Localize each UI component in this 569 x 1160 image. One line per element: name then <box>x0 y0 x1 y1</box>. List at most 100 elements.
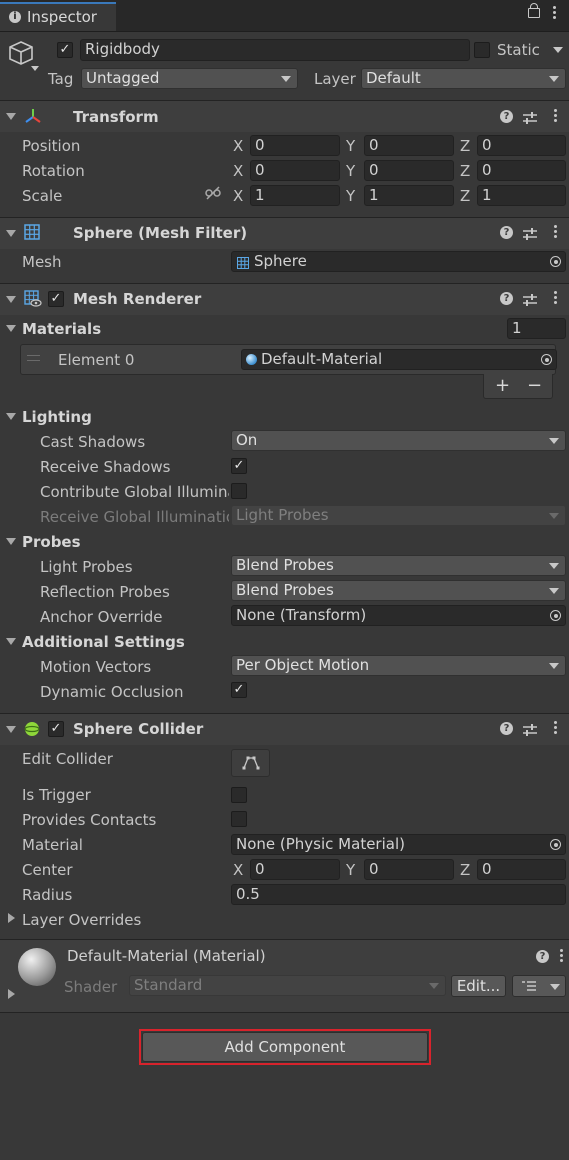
mesh-object-field[interactable]: Sphere <box>231 251 566 272</box>
help-icon[interactable]: ? <box>500 722 513 735</box>
dynamic-occlusion-checkbox[interactable]: ✓ <box>231 682 247 698</box>
drag-handle-icon[interactable] <box>27 355 40 361</box>
component-menu-icon[interactable] <box>554 721 557 736</box>
tag-dropdown[interactable]: Untagged <box>81 68 298 89</box>
chevron-down-icon <box>549 588 559 594</box>
shader-options-button[interactable] <box>512 975 566 997</box>
position-z-field[interactable]: 0 <box>477 135 566 156</box>
lock-icon[interactable] <box>528 8 540 18</box>
axis-x-label[interactable]: X <box>233 162 243 180</box>
collider-material-field[interactable]: None (Physic Material) <box>231 834 566 855</box>
axis-z-label[interactable]: Z <box>460 137 470 155</box>
rotation-y-field[interactable]: 0 <box>364 160 454 181</box>
materials-foldout-arrow[interactable] <box>6 325 16 332</box>
mesh-renderer-header[interactable]: ✓ Mesh Renderer ? <box>0 283 569 315</box>
rotation-y-value: 0 <box>369 161 379 179</box>
axis-x-label[interactable]: X <box>233 861 243 879</box>
element-0-material-field[interactable]: Default-Material <box>241 349 557 370</box>
foldout-arrow[interactable] <box>6 230 16 237</box>
rotation-x-value: 0 <box>255 161 265 179</box>
contribute-gi-checkbox[interactable] <box>231 483 247 499</box>
anchor-override-field[interactable]: None (Transform) <box>231 605 566 626</box>
center-x-field[interactable]: 0 <box>250 859 340 880</box>
axis-y-label[interactable]: Y <box>346 861 355 879</box>
foldout-arrow[interactable] <box>6 296 16 303</box>
help-icon[interactable]: ? <box>536 950 549 963</box>
motion-vectors-dropdown[interactable]: Per Object Motion <box>231 655 566 676</box>
layer-dropdown[interactable]: Default <box>361 68 566 89</box>
edit-collider-button[interactable] <box>231 749 270 777</box>
probes-foldout-arrow[interactable] <box>6 538 16 545</box>
icon-dropdown-caret[interactable] <box>31 66 39 71</box>
object-picker-icon[interactable] <box>550 256 561 267</box>
provides-contacts-checkbox[interactable] <box>231 811 247 827</box>
layer-overrides-label[interactable]: Layer Overrides <box>22 911 141 929</box>
rotation-z-field[interactable]: 0 <box>477 160 566 181</box>
lighting-foldout-arrow[interactable] <box>6 413 16 420</box>
position-x-field[interactable]: 0 <box>250 135 340 156</box>
axis-z-label[interactable]: Z <box>460 861 470 879</box>
light-probes-dropdown[interactable]: Blend Probes <box>231 555 566 576</box>
mesh-filter-icon <box>24 224 40 240</box>
materials-size-field[interactable]: 1 <box>507 318 566 339</box>
is-trigger-checkbox[interactable] <box>231 787 247 803</box>
materials-label: Materials <box>22 320 102 338</box>
constrain-proportions-icon[interactable] <box>205 186 221 200</box>
center-y-field[interactable]: 0 <box>364 859 454 880</box>
cast-shadows-dropdown[interactable]: On <box>231 430 566 451</box>
presets-icon[interactable] <box>523 292 537 306</box>
axis-x-label[interactable]: X <box>233 137 243 155</box>
help-icon[interactable]: ? <box>500 226 513 239</box>
reflection-probes-label: Reflection Probes <box>40 583 170 601</box>
help-icon[interactable]: ? <box>500 110 513 123</box>
tab-menu-icon[interactable] <box>553 6 556 21</box>
mesh-filter-header[interactable]: Sphere (Mesh Filter) ? <box>0 217 569 249</box>
presets-icon[interactable] <box>523 722 537 736</box>
reflection-probes-dropdown[interactable]: Blend Probes <box>231 580 566 601</box>
axis-y-label[interactable]: Y <box>346 187 355 205</box>
additional-settings-foldout-arrow[interactable] <box>6 638 16 645</box>
tab-inspector[interactable]: i Inspector <box>0 2 116 31</box>
sphere-collider-header[interactable]: ✓ Sphere Collider ? <box>0 713 569 745</box>
layer-overrides-foldout-arrow[interactable] <box>8 913 15 923</box>
shader-label: Shader <box>64 978 118 996</box>
active-checkbox[interactable]: ✓ <box>57 42 73 58</box>
object-picker-icon[interactable] <box>541 354 552 365</box>
component-menu-icon[interactable] <box>554 109 557 124</box>
transform-header[interactable]: Transform ? <box>0 100 569 132</box>
remove-element-button[interactable]: − <box>527 377 542 395</box>
mesh-renderer-enabled-checkbox[interactable]: ✓ <box>48 291 64 307</box>
chevron-down-icon <box>281 76 291 82</box>
axis-y-label[interactable]: Y <box>346 162 355 180</box>
position-y-field[interactable]: 0 <box>364 135 454 156</box>
shader-dropdown[interactable]: Standard <box>129 975 446 996</box>
presets-icon[interactable] <box>523 110 537 124</box>
object-picker-icon[interactable] <box>550 610 561 621</box>
object-picker-icon[interactable] <box>550 839 561 850</box>
edit-shader-button[interactable]: Edit... <box>451 975 506 997</box>
center-z-field[interactable]: 0 <box>477 859 566 880</box>
rotation-x-field[interactable]: 0 <box>250 160 340 181</box>
object-name-field[interactable]: Rigidbody <box>80 39 470 61</box>
static-checkbox[interactable] <box>474 42 490 58</box>
presets-icon[interactable] <box>523 226 537 240</box>
help-icon[interactable]: ? <box>500 292 513 305</box>
axis-z-label[interactable]: Z <box>460 187 470 205</box>
foldout-arrow[interactable] <box>6 726 16 733</box>
component-menu-icon[interactable] <box>554 225 557 240</box>
scale-y-field[interactable]: 1 <box>364 185 454 206</box>
axis-z-label[interactable]: Z <box>460 162 470 180</box>
material-menu-icon[interactable] <box>560 949 563 964</box>
scale-x-field[interactable]: 1 <box>250 185 340 206</box>
component-menu-icon[interactable] <box>554 291 557 306</box>
sphere-collider-enabled-checkbox[interactable]: ✓ <box>48 721 64 737</box>
static-dropdown-caret[interactable] <box>553 47 563 53</box>
add-element-button[interactable]: + <box>495 377 510 395</box>
receive-shadows-checkbox[interactable]: ✓ <box>231 458 247 474</box>
radius-field[interactable]: 0.5 <box>231 884 566 905</box>
material-foldout-arrow[interactable] <box>8 989 15 999</box>
axis-x-label[interactable]: X <box>233 187 243 205</box>
foldout-arrow[interactable] <box>6 113 16 120</box>
scale-z-field[interactable]: 1 <box>477 185 566 206</box>
axis-y-label[interactable]: Y <box>346 137 355 155</box>
